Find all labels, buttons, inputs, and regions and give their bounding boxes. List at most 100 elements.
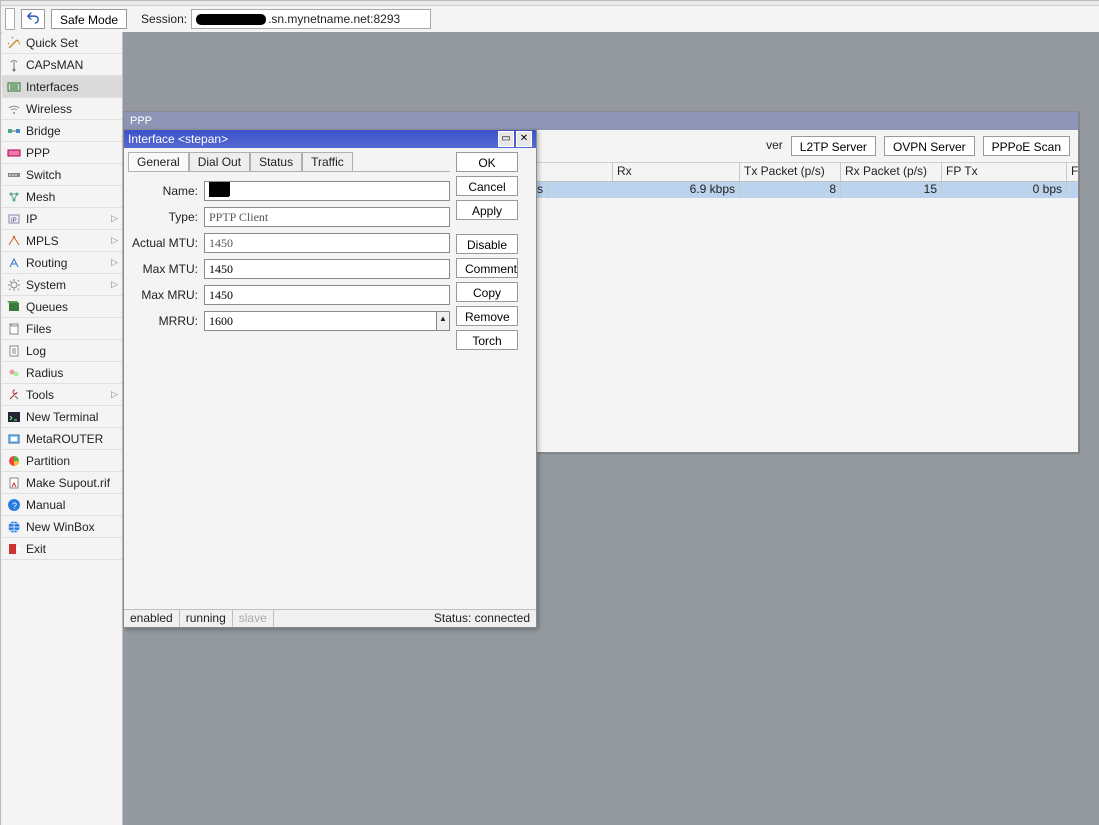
mrru-input[interactable]: [204, 311, 437, 331]
chevron-right-icon: ▷: [111, 257, 118, 268]
cell-txp: 8: [740, 182, 841, 198]
help-icon: ?: [6, 498, 22, 512]
disable-button[interactable]: Disable: [456, 234, 518, 254]
status-enabled: enabled: [124, 610, 180, 627]
minimize-button[interactable]: ▭: [498, 131, 514, 147]
ovpn-server-button[interactable]: OVPN Server: [884, 136, 975, 156]
sidebar-item-label: New Terminal: [26, 410, 98, 424]
dialog-titlebar[interactable]: Interface <stepan> ▭ ✕: [124, 130, 536, 148]
sidebar-item-label: Routing: [26, 256, 67, 270]
sidebar-item-label: MetaROUTER: [26, 432, 103, 446]
sidebar-item-supout[interactable]: Make Supout.rif: [2, 472, 122, 494]
tools-icon: [6, 388, 22, 402]
sidebar-item-label: Bridge: [26, 124, 61, 138]
sidebar-item-queues[interactable]: Queues: [2, 296, 122, 318]
routing-icon: [6, 256, 22, 270]
queues-icon: [6, 300, 22, 314]
torch-button[interactable]: Torch: [456, 330, 518, 350]
ok-button[interactable]: OK: [456, 152, 518, 172]
close-button[interactable]: ✕: [516, 131, 532, 147]
sidebar-item-label: Manual: [26, 498, 65, 512]
tab-dial-out[interactable]: Dial Out: [189, 152, 250, 172]
status-running: running: [180, 610, 233, 627]
col-rx[interactable]: Rx: [613, 163, 740, 181]
sidebar-item-bridge[interactable]: Bridge: [2, 120, 122, 142]
sidebar-item-label: Queues: [26, 300, 68, 314]
ppp-button-partial[interactable]: ver: [758, 135, 783, 157]
sidebar-item-winbox[interactable]: New WinBox: [2, 516, 122, 538]
col-txp[interactable]: Tx Packet (p/s): [740, 163, 841, 181]
remove-button[interactable]: Remove: [456, 306, 518, 326]
actual-mtu-label: Actual MTU:: [128, 236, 198, 250]
mpls-icon: [6, 234, 22, 248]
sidebar-item-capsman[interactable]: CAPsMAN: [2, 54, 122, 76]
tab-status[interactable]: Status: [250, 152, 302, 172]
sidebar-item-mesh[interactable]: Mesh: [2, 186, 122, 208]
sidebar-item-routing[interactable]: Routing ▷: [2, 252, 122, 274]
sidebar-item-files[interactable]: Files: [2, 318, 122, 340]
cancel-button[interactable]: Cancel: [456, 176, 518, 196]
globe-icon: [6, 520, 22, 534]
sidebar-item-label: Wireless: [26, 102, 72, 116]
session-label: Session:: [141, 12, 187, 26]
max-mru-input[interactable]: [204, 285, 450, 305]
mesh-icon: [6, 190, 22, 204]
undo-button[interactable]: [21, 9, 45, 29]
sidebar-item-terminal[interactable]: New Terminal: [2, 406, 122, 428]
chevron-right-icon: ▷: [111, 389, 118, 400]
ppp-window-title[interactable]: PPP: [124, 112, 1078, 130]
tab-general[interactable]: General: [128, 152, 189, 172]
interface-dialog: Interface <stepan> ▭ ✕ GeneralDial OutSt…: [123, 129, 537, 628]
chevron-right-icon: ▷: [111, 235, 118, 246]
sidebar-item-exit[interactable]: Exit: [2, 538, 122, 560]
sidebar-item-metarouter[interactable]: MetaROUTER: [2, 428, 122, 450]
dialog-tabs: GeneralDial OutStatusTraffic: [128, 152, 450, 172]
copy-button[interactable]: Copy: [456, 282, 518, 302]
sidebar-item-label: Partition: [26, 454, 70, 468]
sidebar-item-tools[interactable]: Tools▷: [2, 384, 122, 406]
sidebar-item-radius[interactable]: Radius: [2, 362, 122, 384]
sidebar-item-mpls[interactable]: MPLS ▷: [2, 230, 122, 252]
sidebar-item-label: Exit: [26, 542, 46, 556]
safe-mode-button[interactable]: Safe Mode: [51, 9, 127, 29]
sidebar-item-partition[interactable]: Partition: [2, 450, 122, 472]
sidebar-item-label: MPLS: [26, 234, 59, 248]
comment-button[interactable]: Comment: [456, 258, 518, 278]
chevron-right-icon: ▷: [111, 279, 118, 290]
tab-traffic[interactable]: Traffic: [302, 152, 353, 172]
sidebar-item-label: Files: [26, 322, 51, 336]
name-input[interactable]: [204, 181, 450, 201]
sidebar-item-manual[interactable]: ? Manual: [2, 494, 122, 516]
type-label: Type:: [128, 210, 198, 224]
log-icon: [6, 344, 22, 358]
sidebar: Quick SetCAPsMANInterfaces Wireless Bridge…: [2, 32, 123, 825]
sidebar-item-quickset[interactable]: Quick Set: [2, 32, 122, 54]
mrru-up-button[interactable]: ▲: [437, 311, 450, 331]
ip-icon: IP: [6, 212, 22, 226]
sidebar-item-interfaces[interactable]: Interfaces: [2, 76, 122, 98]
switch-icon: [6, 168, 22, 182]
col-rxp[interactable]: Rx Packet (p/s): [841, 163, 942, 181]
chevron-right-icon: ▷: [111, 213, 118, 224]
sidebar-item-label: Mesh: [26, 190, 55, 204]
sidebar-item-log[interactable]: Log: [2, 340, 122, 362]
max-mtu-input[interactable]: [204, 259, 450, 279]
sidebar-item-system[interactable]: System▷: [2, 274, 122, 296]
sidebar-item-wireless[interactable]: Wireless: [2, 98, 122, 120]
sidebar-item-switch[interactable]: Switch: [2, 164, 122, 186]
pppoe-scan-button[interactable]: PPPoE Scan: [983, 136, 1070, 156]
sidebar-item-ip[interactable]: IPIP▷: [2, 208, 122, 230]
max-mru-label: Max MRU:: [128, 288, 198, 302]
l2tp-server-button[interactable]: L2TP Server: [791, 136, 876, 156]
col-fptx[interactable]: FP Tx: [942, 163, 1067, 181]
sidebar-item-ppp[interactable]: PPP: [2, 142, 122, 164]
type-input: [204, 207, 450, 227]
sidebar-item-label: Log: [26, 344, 46, 358]
session-value: .sn.mynetname.net:8293: [191, 9, 431, 29]
pie-icon: [6, 454, 22, 468]
status-slave: slave: [233, 610, 274, 627]
svg-text:?: ?: [12, 501, 17, 511]
col-fpr[interactable]: FP R: [1067, 163, 1078, 181]
apply-button[interactable]: Apply: [456, 200, 518, 220]
status-connected: Status: connected: [428, 610, 536, 627]
